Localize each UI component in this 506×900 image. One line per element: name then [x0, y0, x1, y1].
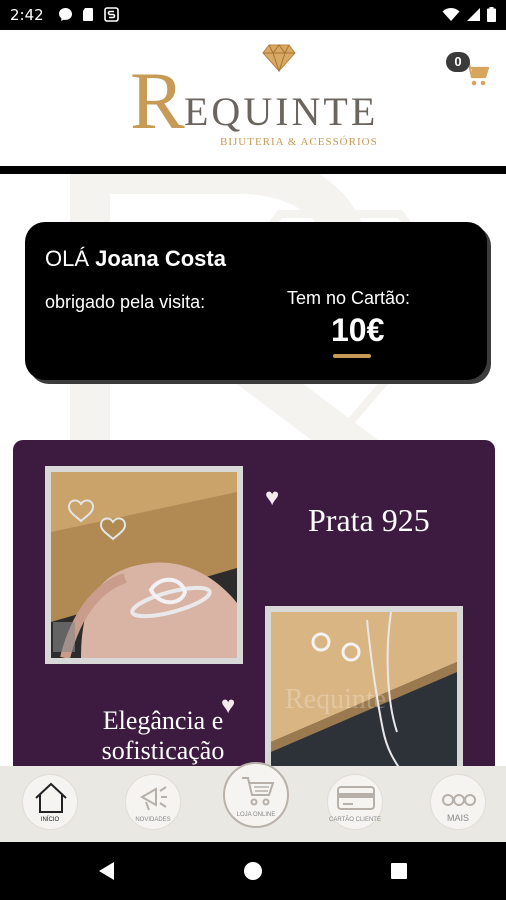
balance-value: 10€ [331, 312, 385, 348]
cart-icon [242, 777, 275, 806]
greeting-text: OLÁ [45, 246, 90, 271]
ring-photo [45, 466, 243, 664]
home-icon [35, 782, 67, 813]
status-bar: 2:42 [0, 0, 506, 30]
diamond-icon [262, 44, 296, 72]
promo-subtitle: Elegância e sofisticação [101, 706, 225, 765]
status-time: 2:42 [10, 6, 44, 24]
cart-button[interactable]: 0 [446, 52, 492, 92]
sd-card-icon [81, 7, 96, 22]
nav-more[interactable]: MAIS [430, 774, 486, 830]
balance-underline [333, 354, 371, 358]
nav-card[interactable]: CARTÃO CLIENTE [327, 774, 383, 830]
bottom-navigation: INÍCIO NOVIDADES LOJA ONLINE CARTÃO CLIE… [0, 762, 506, 842]
more-icon [442, 794, 476, 806]
main-content[interactable]: OLÁ Joana Costa obrigado pela visita: Te… [0, 174, 506, 766]
back-icon[interactable] [96, 860, 118, 882]
logo-brand: EQUINTE [184, 89, 379, 134]
nav-card-label: CARTÃO CLIENTE [329, 817, 381, 823]
nav-shop-label: LOJA ONLINE [236, 812, 276, 818]
promo-banner[interactable]: ♥ Prata 925 ♥ Elegância e sofisticação R… [13, 440, 495, 766]
nav-shop[interactable]: LOJA ONLINE [223, 762, 289, 828]
system-navigation-bar [0, 842, 506, 900]
thanks-text: obrigado pela visita: [45, 292, 206, 312]
home-circle-icon[interactable] [243, 861, 263, 881]
heart-icon: ♥ [265, 484, 280, 511]
megaphone-icon [139, 786, 167, 811]
app-header: R EQUINTE BIJUTERIA & ACESSÓRIOS 0 [0, 30, 506, 166]
app-s-icon [104, 7, 119, 22]
welcome-card: OLÁ Joana Costa obrigado pela visita: Te… [25, 222, 487, 380]
logo-initial: R [130, 55, 185, 146]
nav-news-label: NOVIDADES [135, 817, 171, 823]
nav-more-label: MAIS [446, 813, 469, 823]
necklace-photo: Requinte [265, 606, 463, 766]
promo-title: Prata 925 [308, 502, 430, 538]
battery-icon [487, 7, 496, 27]
user-name: Joana Costa [95, 246, 226, 271]
svg-text:Requinte: Requinte [285, 684, 386, 715]
wifi-icon [442, 7, 460, 27]
balance-label: Tem no Cartão: [287, 288, 411, 308]
logo-tagline: BIJUTERIA & ACESSÓRIOS [220, 136, 378, 148]
signal-icon [466, 7, 481, 27]
cart-count-badge: 0 [446, 52, 470, 72]
card-icon [337, 786, 375, 810]
nav-home[interactable]: INÍCIO [22, 774, 78, 830]
messenger-icon [58, 7, 73, 22]
header-divider [0, 166, 506, 174]
nav-news[interactable]: NOVIDADES [125, 774, 181, 830]
requinte-logo: R EQUINTE BIJUTERIA & ACESSÓRIOS [130, 44, 380, 154]
nav-home-label: INÍCIO [40, 817, 60, 823]
recents-icon[interactable] [390, 862, 408, 880]
